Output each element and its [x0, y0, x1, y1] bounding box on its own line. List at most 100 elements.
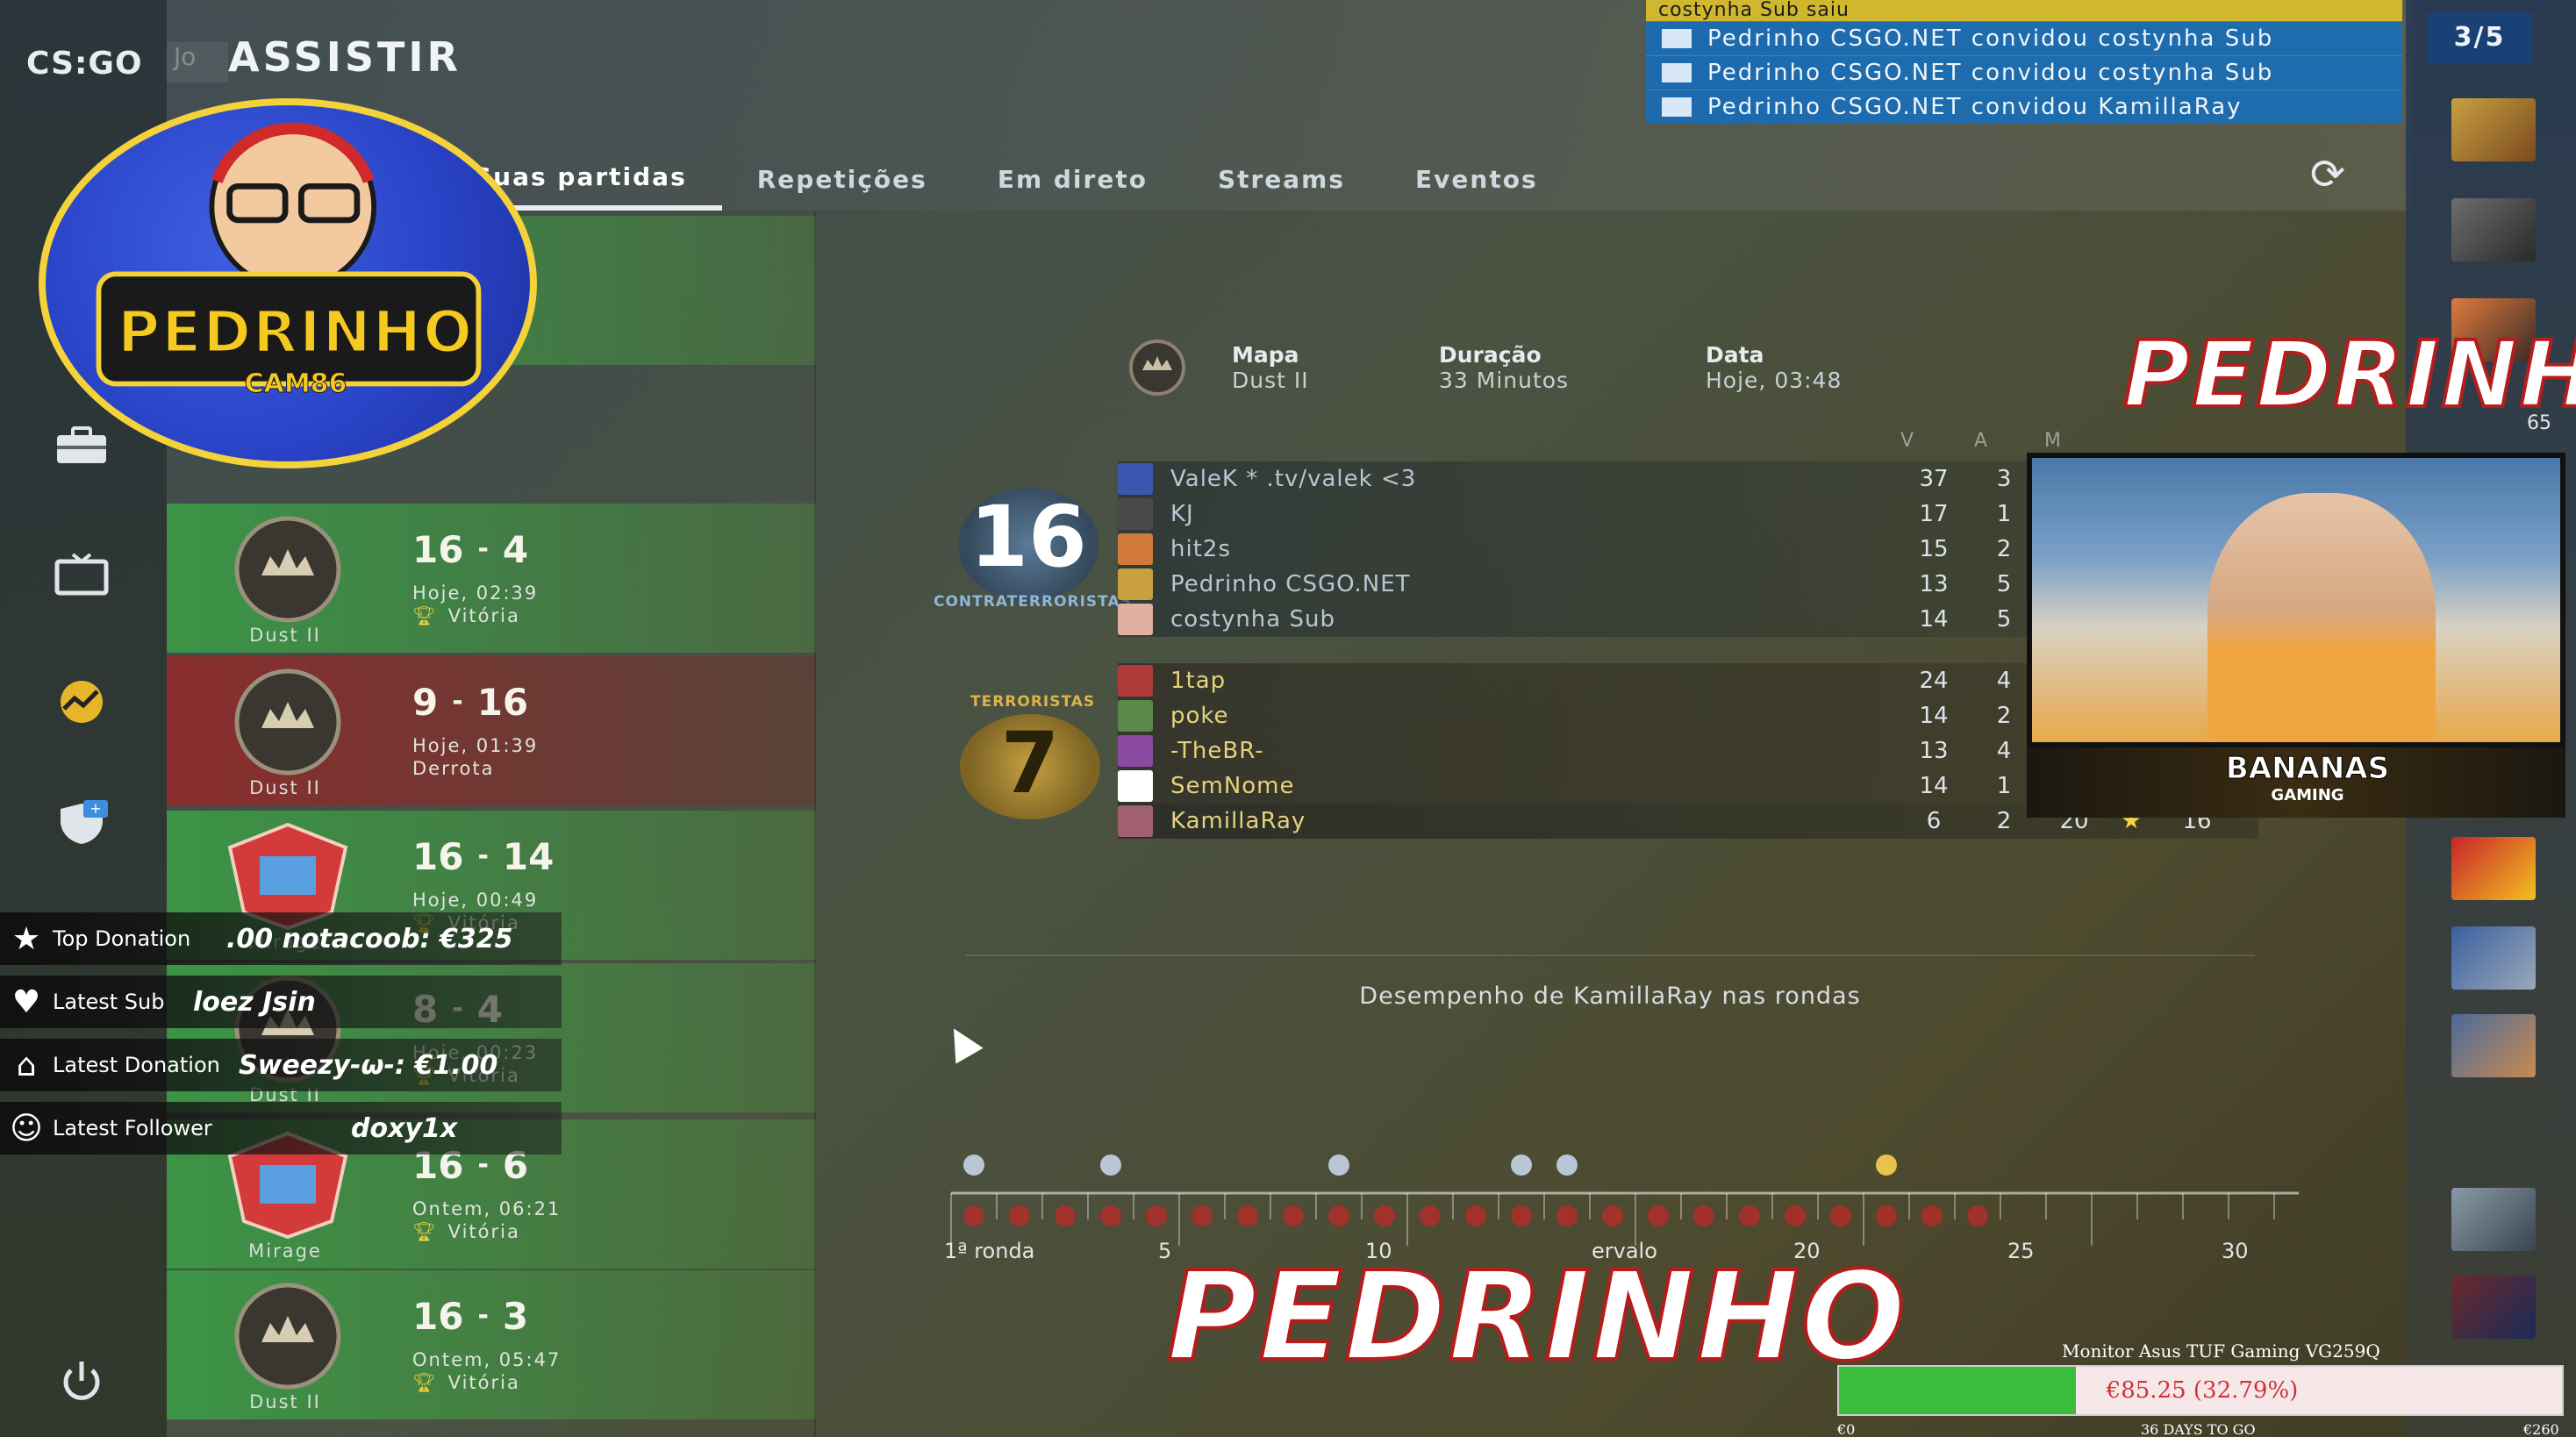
trophy-icon: 🏆︎: [412, 1372, 438, 1393]
match-time: Hoje, 02:39: [412, 583, 539, 604]
round-marker: [1146, 1205, 1167, 1226]
timeline-tick-label: 25: [2007, 1239, 2035, 1263]
match-score: 9-16: [412, 681, 529, 724]
round-marker: [1739, 1205, 1760, 1226]
player-assists: 5: [1996, 571, 2012, 597]
player-kills: 24: [1919, 668, 1949, 694]
goal-target: €260: [2523, 1421, 2559, 1437]
round-marker: [1648, 1205, 1669, 1226]
round-marker: [1967, 1205, 1988, 1226]
webcam-person: [2207, 493, 2436, 742]
notification-item[interactable]: Pedrinho CSGO.NET convidou costynha Sub: [1646, 21, 2402, 55]
player-name: ValeK * .tv/valek <3: [1170, 466, 1417, 492]
streamer-logo: PEDRINHO CAM86: [39, 98, 537, 468]
notification-header: costynha Sub saiu: [1646, 0, 2402, 21]
goal-progress-bar: €85.25 (32.79%): [1837, 1365, 2564, 1416]
tab-events[interactable]: Eventos: [1380, 147, 1573, 211]
player-avatar: [1118, 498, 1153, 530]
trophy-icon: 🏆︎: [412, 1221, 438, 1242]
player-avatar: [1118, 700, 1153, 732]
round-marker: [1511, 1205, 1532, 1226]
match-result: 🏆︎Vitória: [412, 605, 520, 626]
match-row[interactable]: Dust II 16-4 Hoje, 02:39 🏆︎ Vitória: [167, 504, 816, 653]
col-assists-header: A: [1974, 430, 1988, 452]
notification-item[interactable]: Pedrinho CSGO.NET convidou KamillaRay: [1646, 89, 2402, 124]
round-marker: [1420, 1205, 1441, 1226]
csgo-logo: CS:GO: [26, 46, 143, 82]
page-title: ASSISTIR: [228, 33, 462, 81]
map-info: Mapa Dust II: [1232, 342, 1309, 393]
match-map-name: Dust II: [249, 625, 321, 646]
tab-replays[interactable]: Repetições: [722, 147, 962, 211]
player-assists: 4: [1996, 738, 2012, 764]
friend-avatar[interactable]: [2451, 1188, 2536, 1251]
match-time: Hoje, 00:49: [412, 890, 539, 911]
match-score: 16-14: [412, 835, 555, 878]
shield-icon[interactable]: +: [51, 798, 112, 847]
player-assists: 2: [1996, 703, 2012, 729]
match-score: 16-3: [412, 1295, 529, 1338]
panel-divider: [814, 211, 816, 1437]
friend-avatar[interactable]: [2451, 1014, 2536, 1077]
refresh-icon[interactable]: ⟳: [2304, 151, 2351, 198]
party-count[interactable]: 3/5: [2427, 12, 2532, 63]
match-row[interactable]: Dust II 9-16 Hoje, 01:39 Derrota: [167, 656, 816, 805]
tv-icon[interactable]: [51, 551, 112, 600]
match-result: 🏆︎Vitória: [412, 1372, 520, 1393]
sponsor-logo: BANANAS: [2225, 751, 2390, 787]
round-marker: [1328, 1205, 1349, 1226]
match-score: 16-4: [412, 528, 529, 571]
kill-skull-icon: [1100, 1155, 1121, 1176]
kill-skull-icon: [1511, 1155, 1532, 1176]
stats-icon[interactable]: [51, 677, 112, 726]
round-marker: [1283, 1205, 1304, 1226]
player-assists: 4: [1996, 668, 2012, 694]
trophy-icon: 🏆︎: [412, 605, 438, 626]
kill-skull-icon: [1328, 1155, 1349, 1176]
friend-avatar[interactable]: [2451, 837, 2536, 900]
round-marker: [963, 1205, 984, 1226]
match-map-name: Dust II: [249, 777, 321, 798]
party-member-avatar[interactable]: [2451, 198, 2536, 261]
kill-skull-icon: [1556, 1155, 1578, 1176]
tab-live[interactable]: Em direto: [962, 147, 1183, 211]
player-name: 1tap: [1170, 668, 1227, 694]
stream-alerts: ★ Top Donation .00 notacoob: €325 ♥ Late…: [0, 912, 562, 1165]
dust2-map-icon: [234, 668, 341, 776]
tab-streams[interactable]: Streams: [1183, 147, 1380, 211]
duration-value: 33 Minutos: [1439, 368, 1570, 393]
player-avatar: [1118, 805, 1153, 837]
map-badge-icon: [1121, 339, 1193, 397]
mail-icon: [1662, 29, 1692, 48]
goal-progress-text: €85.25 (32.79%): [2106, 1377, 2299, 1404]
round-marker: [1921, 1205, 1943, 1226]
player-avatar: [1118, 665, 1153, 697]
player-kills: 14: [1919, 773, 1949, 799]
t-score: 7: [1000, 714, 1060, 812]
round-marker: [1465, 1205, 1486, 1226]
player-avatar: [1118, 463, 1153, 495]
ct-score: 16: [970, 488, 1087, 586]
friend-avatar[interactable]: [2451, 926, 2536, 990]
friend-avatar[interactable]: [2451, 1276, 2536, 1339]
match-row[interactable]: Dust II 16-3 Ontem, 05:47 🏆︎ Vitória: [167, 1270, 816, 1419]
goal-title: Monitor Asus TUF Gaming VG259Q: [2062, 1340, 2380, 1362]
notification-item[interactable]: Pedrinho CSGO.NET convidou costynha Sub: [1646, 55, 2402, 89]
round-marker: [1237, 1205, 1258, 1226]
player-name: KamillaRay: [1170, 808, 1306, 834]
power-icon[interactable]: [51, 1356, 112, 1405]
party-member-avatar[interactable]: [2451, 98, 2536, 161]
player-name: -TheBR-: [1170, 738, 1264, 764]
player-assists: 1: [1996, 773, 2012, 799]
round-marker: [1191, 1205, 1213, 1226]
player-kills: 37: [1919, 466, 1949, 492]
star-icon: ★: [11, 920, 41, 957]
player-name: KJ: [1170, 501, 1194, 527]
col-kills-header: V: [1900, 430, 1914, 452]
graffiti-logo-bottom: PEDRINHO: [1165, 1244, 1907, 1391]
alert-top-donation: ★ Top Donation .00 notacoob: €325: [0, 912, 562, 965]
round-marker: [1602, 1205, 1623, 1226]
kill-skull-icon: [1876, 1155, 1897, 1176]
round-marker: [1374, 1205, 1395, 1226]
player-kills: 15: [1919, 536, 1949, 562]
